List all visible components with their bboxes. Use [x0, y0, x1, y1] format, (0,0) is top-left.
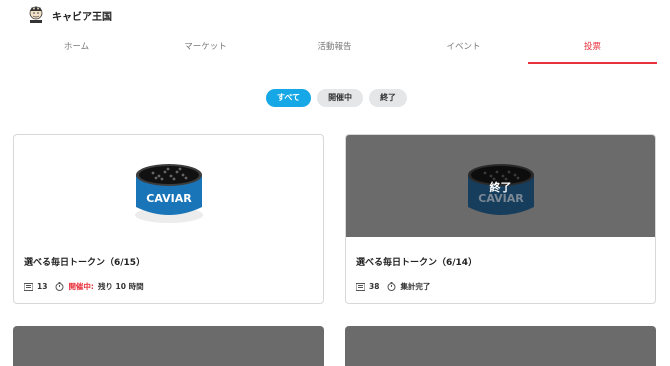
card-meta: 38 集計完了 [356, 281, 430, 292]
ended-overlay-label: 終了 [489, 181, 512, 194]
filter-all-button[interactable]: すべて [265, 89, 312, 107]
status-label: 集計完了 [400, 282, 431, 291]
ballot-icon [356, 282, 365, 291]
status-label: 開催中: [68, 282, 94, 291]
card-meta: 13 開催中: 残り 10 時間 [24, 281, 144, 292]
app-header: キャビア王国 [0, 0, 670, 30]
vote-card-partial[interactable] [13, 326, 324, 366]
card-title: 選べる毎日トークン（6/15） [24, 258, 146, 268]
caviar-king-logo-icon[interactable] [26, 5, 46, 25]
filter-ongoing-button[interactable]: 開催中 [317, 89, 364, 107]
status-filter-group: すべて 開催中 終了 [0, 89, 670, 107]
tab-market[interactable]: マーケット [141, 36, 270, 64]
caviar-tin-icon: CAVIAR [134, 164, 203, 223]
vote-count: 13 [37, 282, 48, 291]
vote-card-partial[interactable] [345, 326, 656, 366]
tab-activity-report[interactable]: 活動報告 [270, 36, 399, 64]
tab-events[interactable]: イベント [399, 36, 528, 64]
vote-count: 38 [369, 282, 380, 291]
app-title[interactable]: キャビア王国 [52, 8, 112, 23]
vote-card[interactable]: CAVIAR 終了 選べる毎日トークン（6/14） 38 集計完了 [345, 134, 656, 304]
main-nav: ホーム マーケット 活動報告 イベント 投票 [12, 36, 657, 64]
tab-voting[interactable]: 投票 [528, 36, 657, 64]
filter-ended-button[interactable]: 終了 [369, 89, 408, 107]
card-image-area: CAVIAR 終了 [346, 135, 655, 237]
card-image-area: CAVIAR [14, 135, 323, 237]
can-label: CAVIAR [146, 192, 192, 205]
timer-icon [55, 282, 64, 291]
ballot-icon [24, 282, 33, 291]
remaining-time: 残り 10 時間 [97, 282, 144, 291]
vote-card[interactable]: CAVIAR 選べる毎日トークン（6/15） 13 開催中: 残り 10 時間 [13, 134, 324, 304]
tab-home[interactable]: ホーム [12, 36, 141, 64]
card-title: 選べる毎日トークン（6/14） [356, 258, 478, 268]
timer-icon [387, 282, 396, 291]
